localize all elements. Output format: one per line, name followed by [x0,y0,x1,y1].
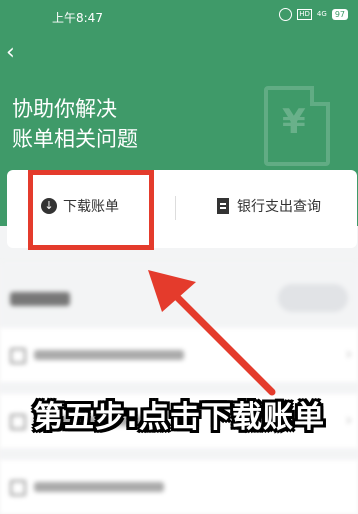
step-caption: 第五步:点击下载账单 [33,400,325,435]
